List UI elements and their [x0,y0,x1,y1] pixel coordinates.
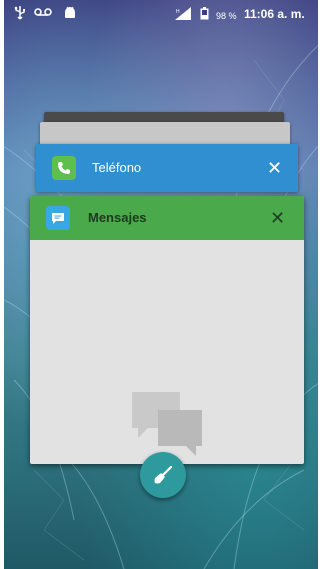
app-title-telefono: Teléfono [92,160,142,175]
broom-icon [154,465,173,484]
app-preview-thumbnail[interactable] [30,240,304,464]
phone-screen: H 98 % 11:06 a. m. Teléfono ✕ Mensajes ✕ [4,0,318,569]
card-header-mensajes: Mensajes ✕ [30,196,304,240]
svg-text:H: H [176,9,180,15]
clear-all-button[interactable] [140,452,186,498]
battery-percent: 98 % [216,11,237,21]
phone-icon [52,156,76,180]
message-icon [46,206,70,230]
android-icon [64,6,76,23]
close-icon[interactable]: ✕ [267,159,282,177]
app-title-mensajes: Mensajes [88,210,147,225]
usb-icon [14,6,26,24]
voicemail-icon [34,6,52,22]
recent-app-card-telefono[interactable]: Teléfono ✕ [36,144,298,192]
chat-bubbles-icon [132,392,202,456]
signal-icon: H [175,7,191,24]
clock-time: 11:06 a. m. [244,7,305,21]
battery-icon [200,7,209,24]
status-bar: H 98 % 11:06 a. m. [4,0,318,30]
close-icon[interactable]: ✕ [270,209,285,227]
recent-app-card-mensajes[interactable]: Mensajes ✕ [30,196,304,464]
